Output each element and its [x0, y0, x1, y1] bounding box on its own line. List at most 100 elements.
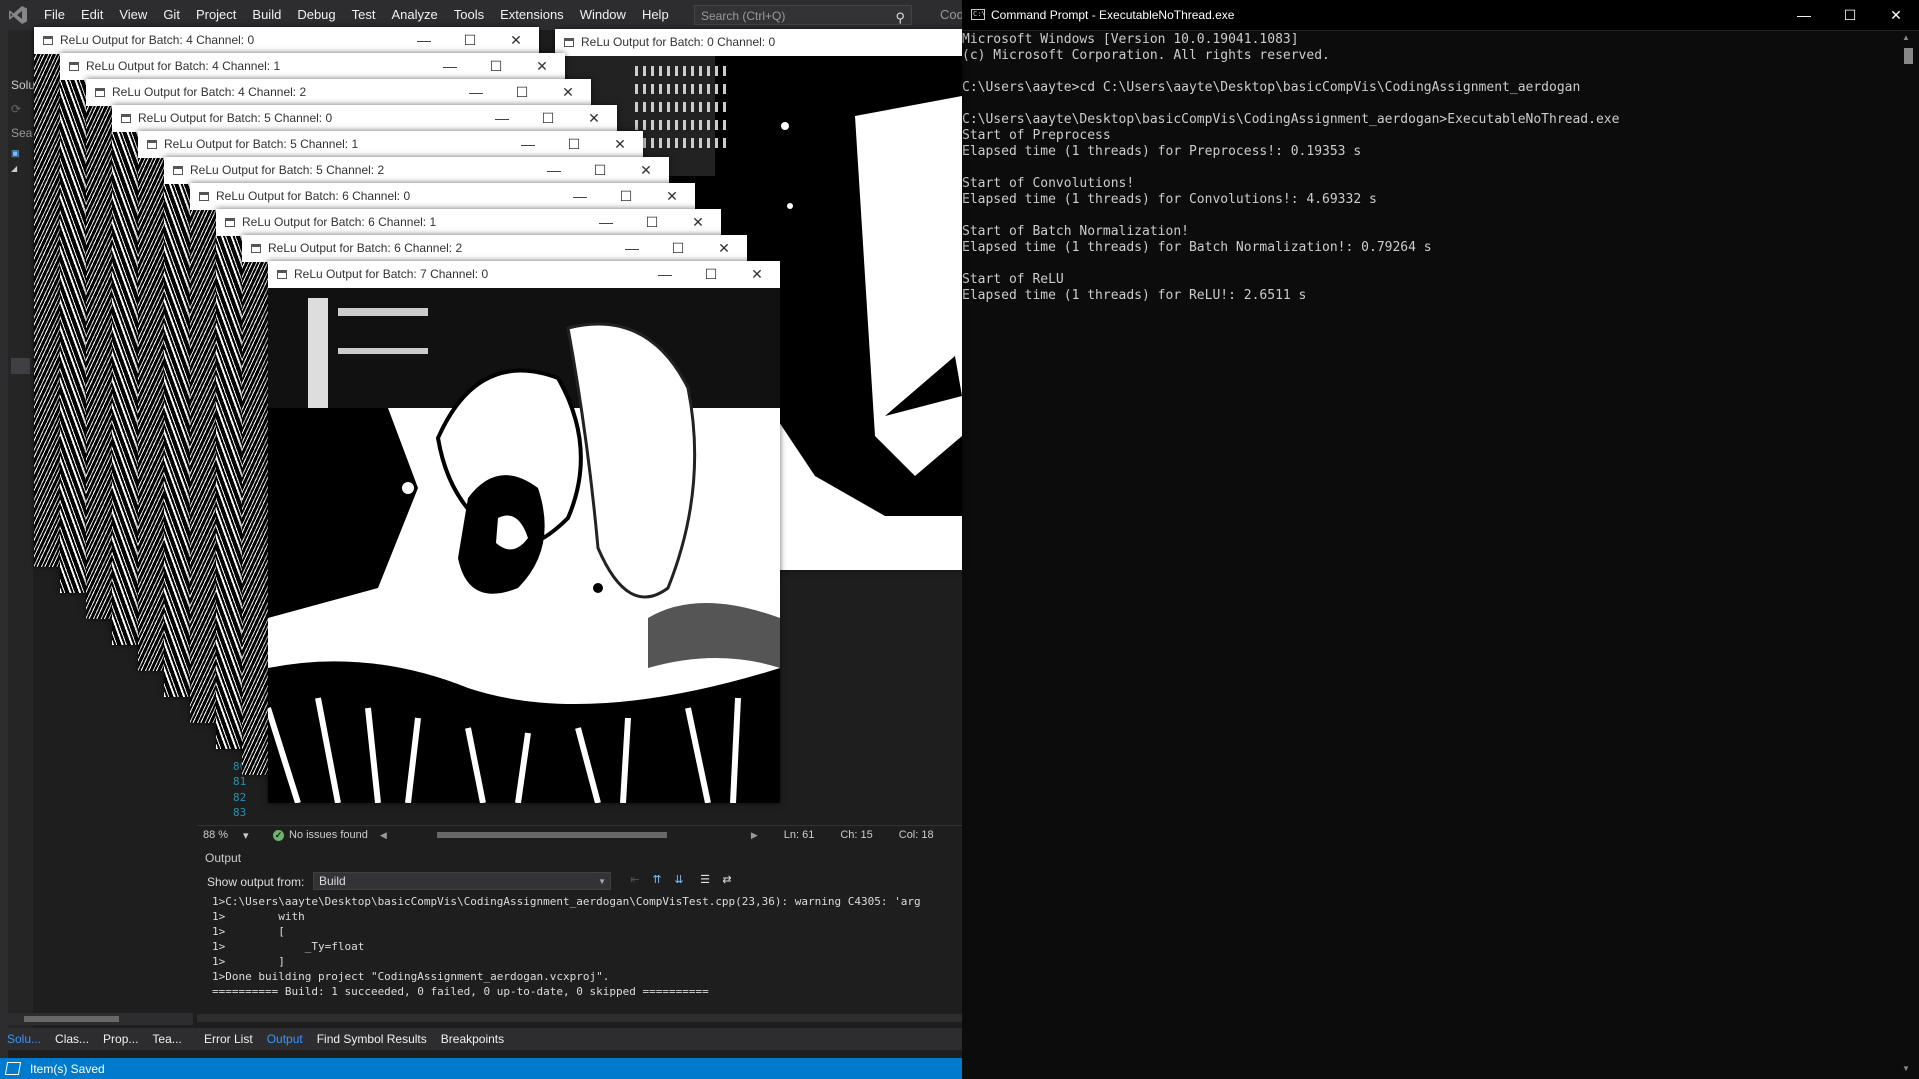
tree-node-icon[interactable]: ▣ — [11, 148, 20, 159]
image-window-title-bar[interactable]: ReLu Output for Batch: 4 Channel: 1 — ☐ ✕ — [60, 53, 565, 81]
scrollbar-thumb[interactable] — [436, 832, 667, 838]
issues-indicator[interactable]: ✓ No issues found — [273, 829, 368, 841]
menu-item-file[interactable]: File — [36, 0, 73, 30]
search-input[interactable]: Search (Ctrl+Q) ⚲ — [694, 5, 912, 25]
menu-item-project[interactable]: Project — [188, 0, 244, 30]
scroll-right-icon[interactable]: ▶ — [751, 830, 758, 841]
close-button[interactable]: ✕ — [649, 183, 695, 210]
scroll-up-icon[interactable]: ▲ — [1902, 33, 1910, 42]
image-window-title-bar[interactable]: ReLu Output for Batch: 5 Channel: 0 — ☐ ✕ — [112, 105, 617, 133]
scroll-left-icon[interactable]: ◀ — [380, 830, 387, 841]
close-button[interactable]: ✕ — [545, 79, 591, 106]
maximize-button[interactable]: ☐ — [603, 183, 649, 210]
image-window-title-bar[interactable]: ReLu Output for Batch: 0 Channel: 0 — [555, 29, 962, 57]
solution-horizontal-scrollbar[interactable] — [8, 1013, 193, 1025]
image-window-title-bar[interactable]: ReLu Output for Batch: 6 Channel: 0 — ☐ ✕ — [190, 183, 695, 211]
menu-item-test[interactable]: Test — [344, 0, 384, 30]
minimize-button[interactable]: — — [479, 105, 525, 132]
console-line: Start of Preprocess — [962, 128, 1111, 143]
show-output-select[interactable]: Build ▼ — [313, 872, 611, 890]
output-text[interactable]: 1>C:\Users\aayte\Desktop\basicCompVis\Co… — [212, 894, 921, 999]
minimize-button[interactable]: — — [583, 209, 629, 236]
close-button[interactable]: ✕ — [1873, 0, 1919, 30]
close-button[interactable]: ✕ — [623, 157, 669, 184]
maximize-button[interactable]: ☐ — [1827, 0, 1873, 30]
close-button[interactable]: ✕ — [493, 27, 539, 54]
menu-item-git[interactable]: Git — [155, 0, 188, 30]
close-button[interactable]: ✕ — [734, 261, 780, 288]
console-output[interactable]: Microsoft Windows [Version 10.0.19041.10… — [962, 32, 1619, 304]
search-placeholder: Search (Ctrl+Q) — [701, 9, 786, 23]
maximize-button[interactable]: ☐ — [499, 79, 545, 106]
minimize-button[interactable]: — — [453, 79, 499, 106]
minimize-button[interactable]: — — [1781, 0, 1827, 30]
maximize-button[interactable]: ☐ — [525, 105, 571, 132]
menu-item-tools[interactable]: Tools — [446, 0, 492, 30]
zoom-level[interactable]: 88 % — [203, 829, 243, 841]
selected-tree-item[interactable] — [11, 358, 30, 374]
expand-arrow-icon[interactable]: ◢ — [11, 164, 17, 173]
minimize-button[interactable]: — — [505, 131, 551, 158]
previous-message-icon[interactable]: ⇈ — [649, 873, 665, 887]
minimize-button[interactable]: — — [531, 157, 577, 184]
tool-tab[interactable]: Prop... — [96, 1028, 145, 1050]
maximize-button[interactable]: ☐ — [473, 53, 519, 80]
image-window-title-bar[interactable]: ReLu Output for Batch: 6 Channel: 2 — ☐ ✕ — [242, 235, 747, 263]
close-button[interactable]: ✕ — [701, 235, 747, 262]
image-window-title-bar[interactable]: ReLu Output for Batch: 5 Channel: 1 — ☐ ✕ — [138, 131, 643, 159]
close-button[interactable]: ✕ — [597, 131, 643, 158]
close-button[interactable]: ✕ — [571, 105, 617, 132]
minimize-button[interactable]: — — [401, 27, 447, 54]
word-wrap-icon[interactable]: ⇄ — [719, 873, 735, 887]
console-scrollbar-thumb[interactable] — [1904, 48, 1913, 64]
visual-studio-logo-icon[interactable] — [0, 0, 36, 30]
maximize-button[interactable]: ☐ — [577, 157, 623, 184]
output-tab-output[interactable]: Output — [260, 1028, 310, 1050]
search-icon[interactable]: ⚲ — [895, 8, 905, 28]
image-window-title-bar[interactable]: ReLu Output for Batch: 7 Channel: 0 — ☐ ✕ — [268, 261, 780, 289]
output-tab-error-list[interactable]: Error List — [197, 1028, 260, 1050]
command-prompt-title-bar[interactable]: C:\ Command Prompt - ExecutableNoThread.… — [962, 0, 1919, 31]
maximize-button[interactable]: ☐ — [655, 235, 701, 262]
editor-horizontal-scrollbar[interactable] — [427, 831, 747, 839]
image-window-title-bar[interactable]: ReLu Output for Batch: 5 Channel: 2 — ☐ ✕ — [164, 157, 669, 185]
close-button[interactable]: ✕ — [675, 209, 721, 236]
menu-item-help[interactable]: Help — [634, 0, 677, 30]
scrollbar-thumb[interactable] — [24, 1016, 119, 1022]
output-horizontal-scrollbar[interactable] — [197, 1014, 962, 1022]
image-window-title: ReLu Output for Batch: 4 Channel: 0 — [60, 33, 255, 47]
maximize-button[interactable]: ☐ — [688, 261, 734, 288]
image-window[interactable]: ReLu Output for Batch: 7 Channel: 0 — ☐ ✕ — [268, 261, 780, 803]
output-tab-breakpoints[interactable]: Breakpoints — [434, 1028, 511, 1050]
image-window-title-bar[interactable]: ReLu Output for Batch: 4 Channel: 2 — ☐ ✕ — [86, 79, 591, 107]
minimize-button[interactable]: — — [557, 183, 603, 210]
refresh-icon[interactable]: ⟳ — [11, 102, 21, 116]
minimize-button[interactable]: — — [642, 261, 688, 288]
console-line: Elapsed time (1 threads) for ReLU!: 2.65… — [962, 288, 1307, 303]
menu-item-view[interactable]: View — [111, 0, 155, 30]
image-window-title-bar[interactable]: ReLu Output for Batch: 6 Channel: 1 — ☐ ✕ — [216, 209, 721, 237]
menu-item-edit[interactable]: Edit — [73, 0, 111, 30]
minimize-button[interactable]: — — [609, 235, 655, 262]
tool-tab[interactable]: Clas... — [48, 1028, 96, 1050]
image-window-title-bar[interactable]: ReLu Output for Batch: 4 Channel: 0 — ☐ ✕ — [34, 27, 539, 55]
find-message-icon[interactable]: ⇤ — [627, 873, 643, 887]
menu-item-extensions[interactable]: Extensions — [492, 0, 572, 30]
maximize-button[interactable]: ☐ — [629, 209, 675, 236]
maximize-button[interactable]: ☐ — [447, 27, 493, 54]
tool-tab[interactable]: Solu... — [0, 1028, 48, 1050]
menu-item-debug[interactable]: Debug — [289, 0, 343, 30]
next-message-icon[interactable]: ⇊ — [671, 873, 687, 887]
zoom-dropdown-icon[interactable]: ▾ — [243, 829, 265, 842]
clear-all-icon[interactable]: ☰ — [697, 873, 713, 887]
menu-item-window[interactable]: Window — [572, 0, 634, 30]
minimize-button[interactable]: — — [427, 53, 473, 80]
scroll-down-icon[interactable]: ▼ — [1902, 1064, 1910, 1073]
output-tab-find-symbol-results[interactable]: Find Symbol Results — [310, 1028, 434, 1050]
tool-tab[interactable]: Tea... — [145, 1028, 188, 1050]
maximize-button[interactable]: ☐ — [551, 131, 597, 158]
menu-item-analyze[interactable]: Analyze — [383, 0, 445, 30]
menu-item-build[interactable]: Build — [244, 0, 289, 30]
close-button[interactable]: ✕ — [519, 53, 565, 80]
command-prompt-window[interactable]: C:\ Command Prompt - ExecutableNoThread.… — [962, 0, 1919, 1079]
